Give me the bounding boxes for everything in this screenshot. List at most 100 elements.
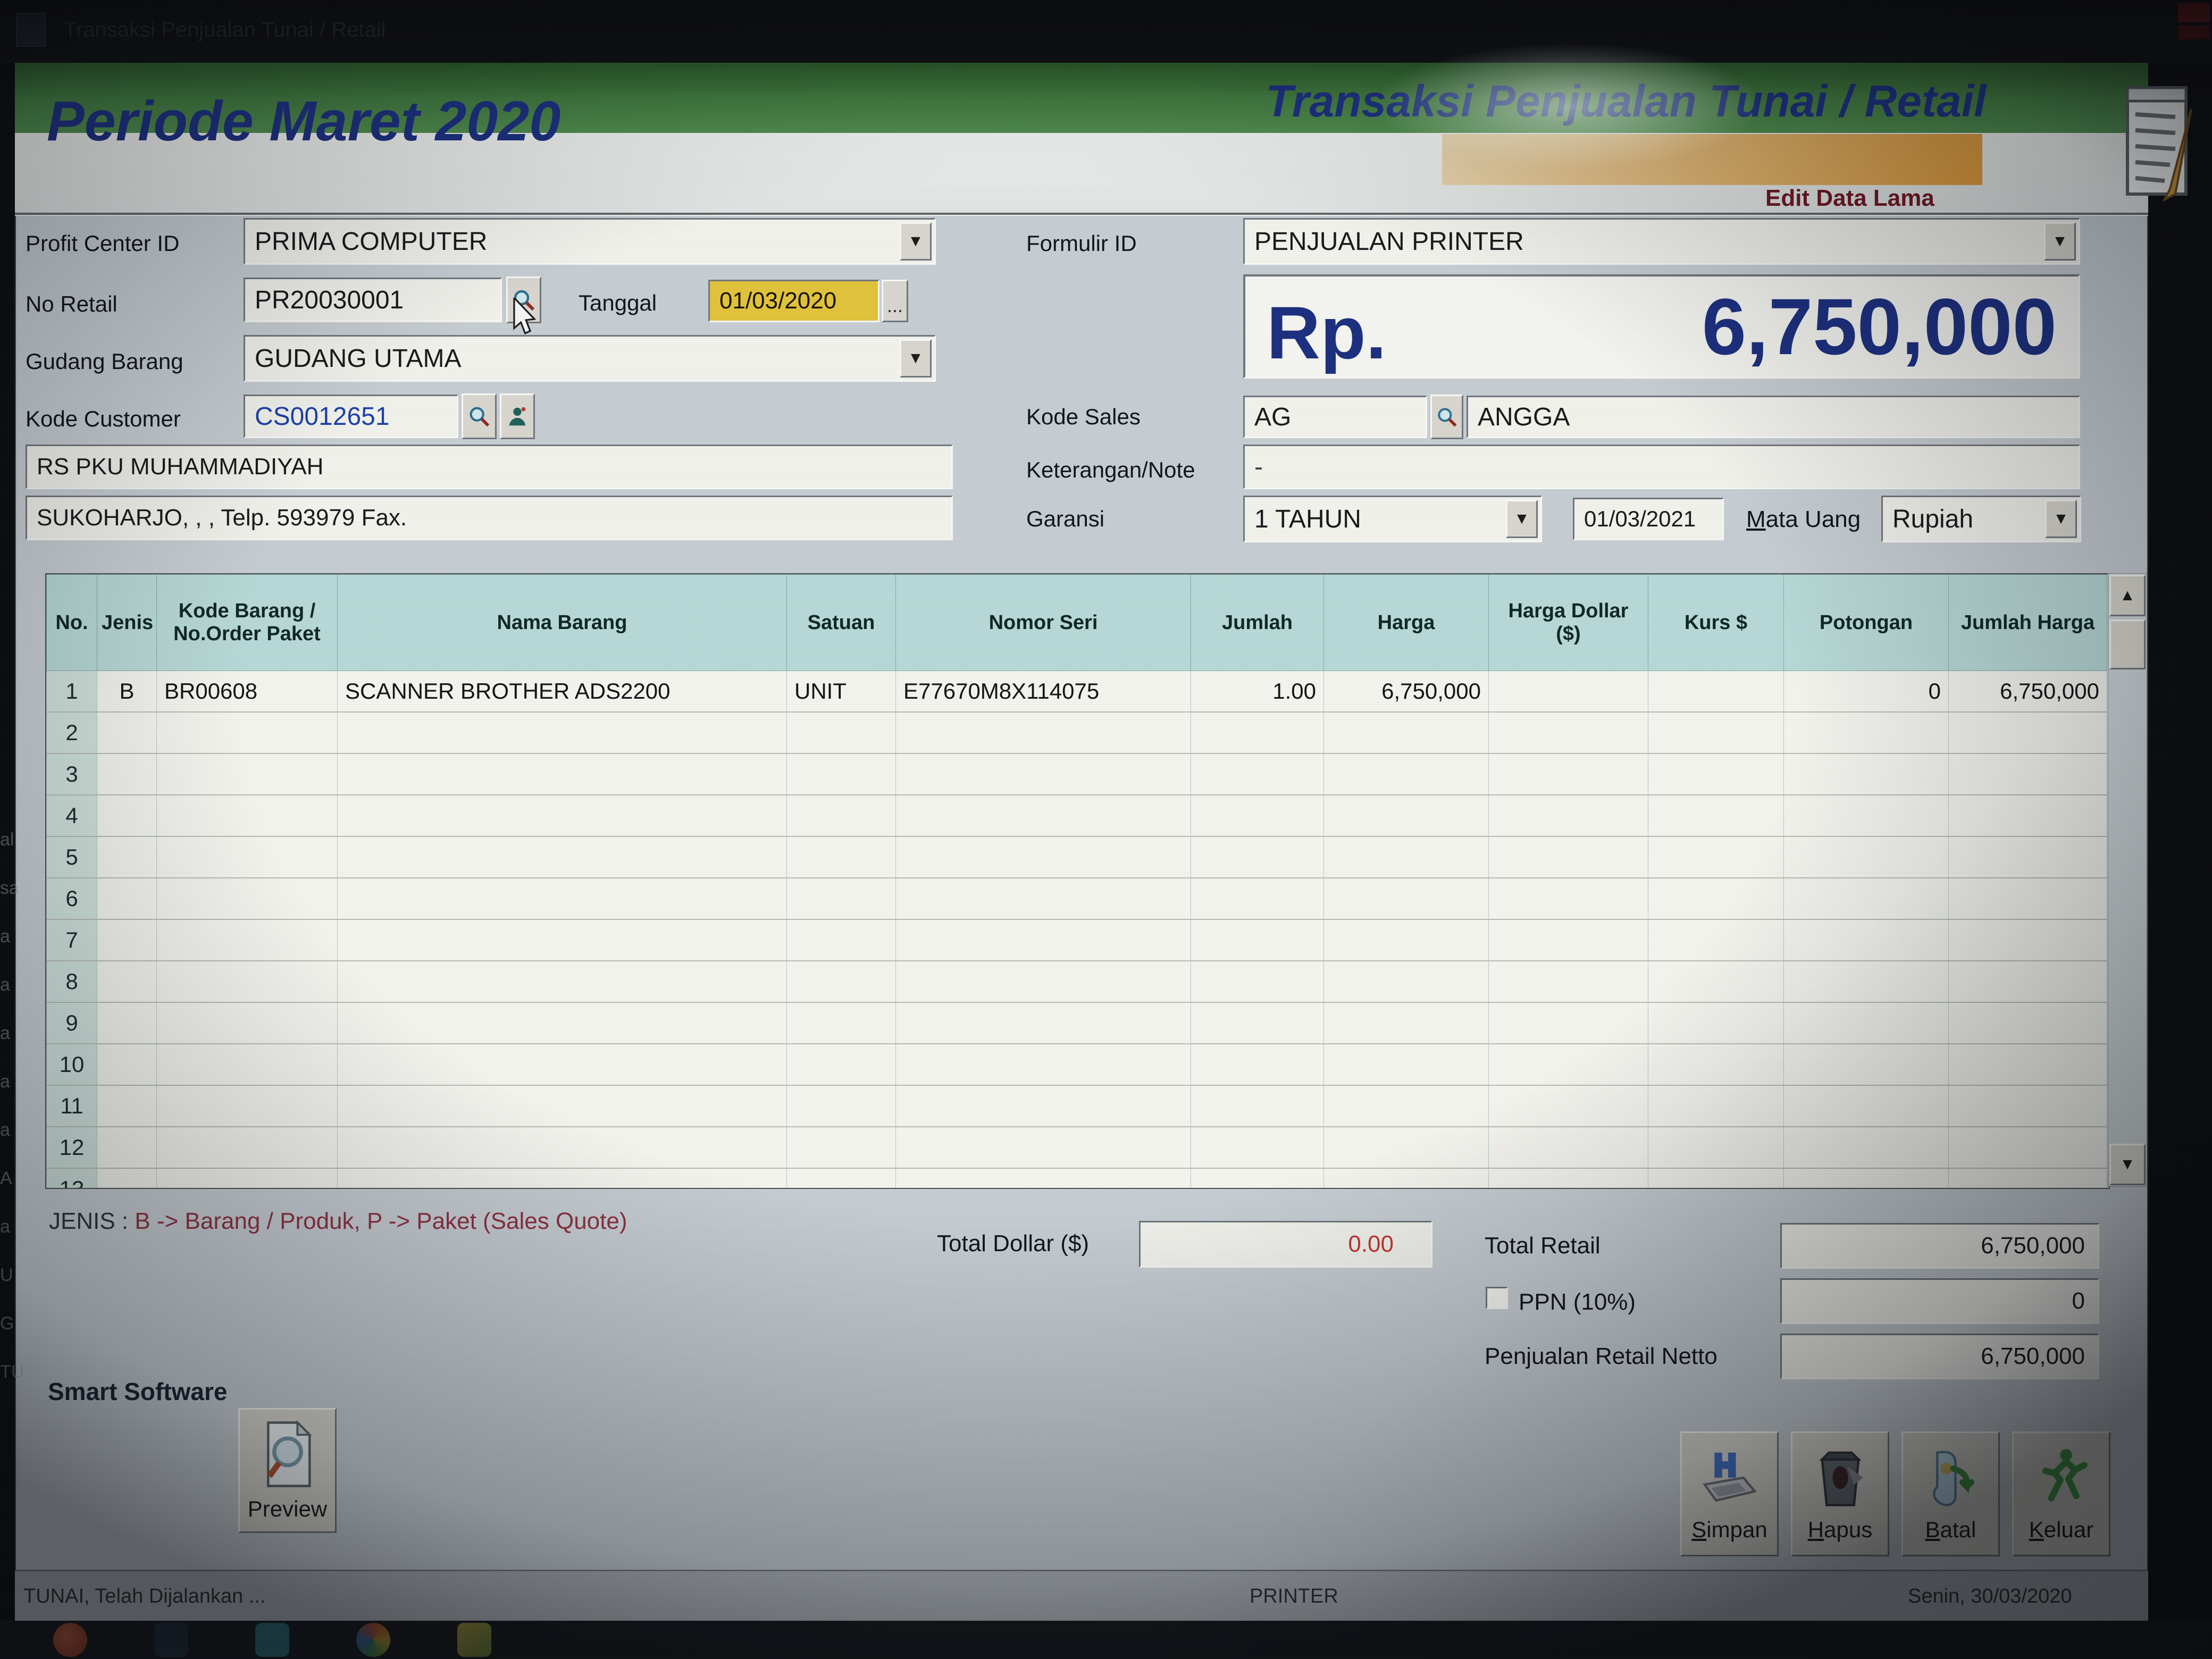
item-cell[interactable] [1784,712,1949,753]
item-cell[interactable] [1324,1044,1489,1085]
item-cell[interactable] [787,712,896,753]
item-cell[interactable] [1949,1127,2107,1168]
item-cell[interactable] [1648,878,1784,919]
garansi-combobox[interactable]: 1 TAHUN ▼ [1243,496,1542,542]
item-cell[interactable]: 0 [1784,671,1949,713]
item-cell[interactable] [157,1044,338,1085]
item-cell[interactable] [1784,1002,1949,1044]
item-cell[interactable] [157,1002,338,1044]
item-cell[interactable] [338,878,787,919]
item-cell[interactable] [1191,878,1324,919]
item-cell[interactable] [1949,961,2107,1002]
customer-lookup-button[interactable] [500,393,535,439]
item-cell[interactable] [896,919,1191,961]
item-cell[interactable] [97,1127,157,1168]
item-cell[interactable] [97,1168,157,1189]
profit-center-combobox[interactable]: PRIMA COMPUTER ▼ [244,218,936,265]
chevron-down-icon[interactable]: ▼ [1506,500,1538,538]
gudang-combobox[interactable]: GUDANG UTAMA ▼ [244,335,936,382]
item-cell[interactable] [1784,795,1949,836]
item-cell[interactable] [1191,836,1324,878]
item-cell[interactable] [1949,919,2107,961]
item-cell[interactable] [787,919,896,961]
item-cell[interactable] [1324,753,1489,795]
item-cell[interactable] [1784,961,1949,1002]
row-number-cell[interactable]: 4 [47,795,97,836]
item-cell[interactable] [1324,795,1489,836]
item-cell[interactable]: 6,750,000 [1949,671,2107,713]
item-cell[interactable] [1489,1127,1648,1168]
item-cell[interactable] [896,1085,1191,1127]
item-cell[interactable] [1784,753,1949,795]
item-cell[interactable]: UNIT [787,671,896,713]
item-cell[interactable] [1191,753,1324,795]
item-cell[interactable] [1324,961,1489,1002]
item-cell[interactable] [1489,1002,1648,1044]
item-cell[interactable]: 1.00 [1191,671,1324,713]
keluar-button[interactable]: Keluar [2012,1431,2110,1556]
item-cell[interactable] [1784,836,1949,878]
item-cell[interactable] [338,919,787,961]
item-cell[interactable] [97,753,157,795]
item-cell[interactable] [97,919,157,961]
item-cell[interactable] [1489,1085,1648,1127]
item-cell[interactable] [896,1044,1191,1085]
item-cell[interactable] [1191,1002,1324,1044]
row-number-cell[interactable]: 8 [47,961,97,1002]
item-cell[interactable] [1648,836,1784,878]
notepad-edit-icon[interactable] [2119,70,2199,206]
row-number-cell[interactable]: 5 [47,836,97,878]
item-cell[interactable] [1784,919,1949,961]
row-number-cell[interactable]: 6 [47,878,97,919]
edit-data-lama-link[interactable]: Edit Data Lama [1765,185,1934,212]
item-cell[interactable] [896,1002,1191,1044]
item-cell[interactable] [1489,753,1648,795]
item-cell[interactable] [787,836,896,878]
item-cell[interactable] [157,712,338,753]
item-cell[interactable] [1949,1085,2107,1127]
row-number-cell[interactable]: 3 [47,753,97,795]
item-cell[interactable] [1191,1085,1324,1127]
item-cell[interactable] [787,961,896,1002]
item-cell[interactable] [1648,1168,1784,1189]
row-number-cell[interactable]: 2 [47,712,97,753]
item-cell[interactable] [1949,836,2107,878]
item-cell[interactable] [1324,712,1489,753]
scroll-thumb[interactable] [2109,619,2146,669]
row-number-cell[interactable]: 13 [47,1168,97,1189]
item-cell[interactable] [1489,919,1648,961]
item-cell[interactable] [338,1002,787,1044]
item-cell[interactable] [1324,878,1489,919]
item-cell[interactable] [896,878,1191,919]
scroll-down-button[interactable]: ▼ [2109,1144,2146,1185]
item-cell[interactable] [338,1168,787,1189]
item-cell[interactable] [1489,836,1648,878]
item-cell[interactable] [338,712,787,753]
item-cell[interactable] [787,795,896,836]
item-cell[interactable] [787,878,896,919]
item-cell[interactable] [157,1085,338,1127]
item-cell[interactable] [1648,1044,1784,1085]
taskbar-app-icon[interactable] [154,1623,188,1657]
no-retail-input[interactable]: PR20030001 [244,278,502,322]
item-cell[interactable] [338,753,787,795]
formulir-combobox[interactable]: PENJUALAN PRINTER ▼ [1243,218,2080,265]
item-cell[interactable] [1949,1168,2107,1189]
item-cell[interactable]: 6,750,000 [1324,671,1489,713]
item-cell[interactable] [97,836,157,878]
customer-name-field[interactable]: RS PKU MUHAMMADIYAH [26,445,953,489]
item-cell[interactable] [896,836,1191,878]
item-cell[interactable] [157,919,338,961]
tanggal-more-button[interactable]: ... [882,280,908,322]
item-cell[interactable] [1191,961,1324,1002]
item-cell[interactable] [1191,1168,1324,1189]
item-cell[interactable] [787,1044,896,1085]
row-number-cell[interactable]: 10 [47,1044,97,1085]
item-cell[interactable] [787,1002,896,1044]
item-cell[interactable] [896,795,1191,836]
item-cell[interactable] [338,836,787,878]
item-cell[interactable] [1648,1127,1784,1168]
chevron-down-icon[interactable]: ▼ [2044,222,2076,261]
item-cell[interactable]: BR00608 [157,671,338,713]
item-cell[interactable] [787,753,896,795]
